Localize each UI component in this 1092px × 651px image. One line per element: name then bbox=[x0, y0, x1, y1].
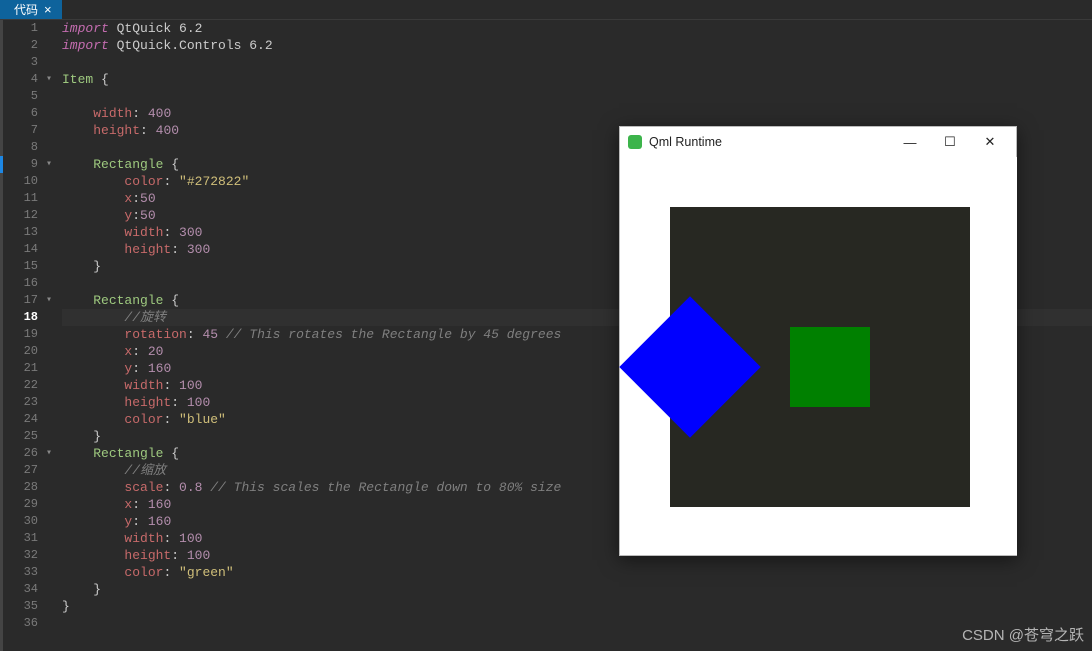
modified-gutter bbox=[0, 20, 3, 651]
rect-green bbox=[790, 327, 870, 407]
tab-bar: 代码 × bbox=[0, 0, 1092, 20]
close-icon[interactable]: × bbox=[44, 3, 52, 16]
titlebar[interactable]: Qml Runtime — ☐ ✕ bbox=[620, 127, 1016, 157]
maximize-button[interactable]: ☐ bbox=[930, 134, 970, 150]
qml-canvas bbox=[620, 157, 1017, 555]
qml-runtime-window[interactable]: Qml Runtime — ☐ ✕ bbox=[619, 126, 1017, 556]
tab-label: 代码 bbox=[14, 1, 38, 18]
minimize-button[interactable]: — bbox=[890, 135, 930, 150]
window-title: Qml Runtime bbox=[649, 135, 890, 149]
watermark: CSDN @苍穹之跃 bbox=[962, 624, 1084, 645]
close-button[interactable]: ✕ bbox=[970, 134, 1010, 150]
line-gutter: 1234567891011121314151617181920212223242… bbox=[0, 20, 46, 651]
fold-gutter: ▾▾▾▾ bbox=[46, 20, 56, 651]
tab-code[interactable]: 代码 × bbox=[0, 0, 62, 19]
app-icon bbox=[628, 135, 642, 149]
change-marker bbox=[0, 156, 3, 173]
